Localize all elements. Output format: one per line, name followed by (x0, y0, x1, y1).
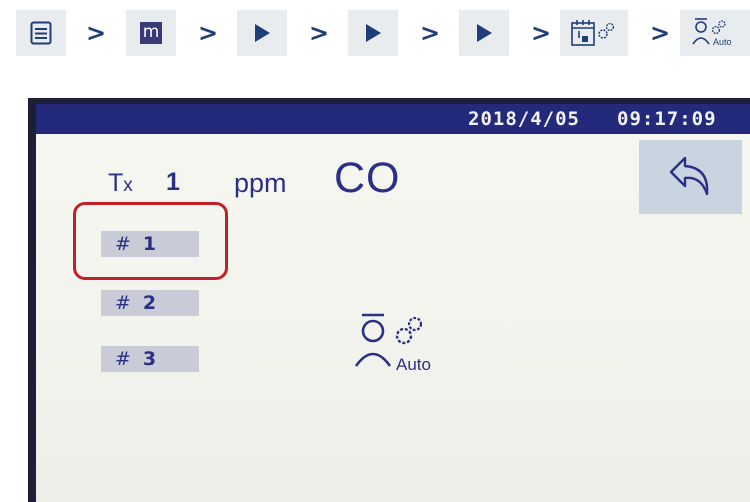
status-bar: 2018/4/05 09:17:09 (36, 104, 750, 134)
breadcrumb-step-play-1[interactable] (237, 10, 287, 56)
gas-type: CO (334, 154, 401, 202)
breadcrumb-step-auto[interactable]: Auto (680, 10, 750, 56)
device-screen: 2018/4/05 09:17:09 Tx 1 ppm CO #1 #2 #3 … (36, 104, 750, 502)
device-display-photo: 2018/4/05 09:17:09 Tx 1 ppm CO #1 #2 #3 … (28, 98, 750, 502)
breadcrumb-separator: > (198, 19, 219, 47)
m-icon: m (140, 22, 162, 44)
breadcrumb-step-m[interactable]: m (126, 10, 176, 56)
auto-mode-icon: Auto (692, 18, 732, 47)
list-menu-icon (30, 21, 52, 45)
breadcrumb-separator: > (650, 19, 671, 47)
transmitter-number: 1 (166, 168, 180, 196)
auto-mode-icon: Auto (354, 313, 431, 374)
channel-3-button[interactable]: #3 (101, 346, 199, 372)
breadcrumb-separator: > (86, 19, 107, 47)
auto-mode-button[interactable]: Auto (354, 310, 464, 380)
auto-mode-label: Auto (396, 355, 431, 374)
channel-2-button[interactable]: #2 (101, 290, 199, 316)
status-time: 09:17:09 (617, 108, 717, 130)
breadcrumb: > m > > > > > Auto (0, 0, 750, 60)
breadcrumb-separator: > (309, 19, 330, 47)
calendar-gear-icon (571, 20, 615, 46)
status-date: 2018/4/05 (468, 108, 580, 130)
breadcrumb-separator: > (531, 19, 552, 47)
breadcrumb-step-play-3[interactable] (459, 10, 509, 56)
breadcrumb-step-play-2[interactable] (348, 10, 398, 56)
unit-label: ppm (234, 168, 287, 198)
back-arrow-icon (669, 156, 708, 196)
play-icon (477, 24, 492, 42)
highlight-callout (73, 202, 228, 280)
play-icon (366, 24, 381, 42)
breadcrumb-step-menu[interactable] (16, 10, 66, 56)
play-icon (255, 24, 270, 42)
breadcrumb-step-schedule[interactable] (560, 10, 628, 56)
breadcrumb-separator: > (420, 19, 441, 47)
auto-label: Auto (713, 37, 732, 47)
transmitter-label: Tx (108, 169, 133, 197)
back-button[interactable] (639, 140, 742, 214)
